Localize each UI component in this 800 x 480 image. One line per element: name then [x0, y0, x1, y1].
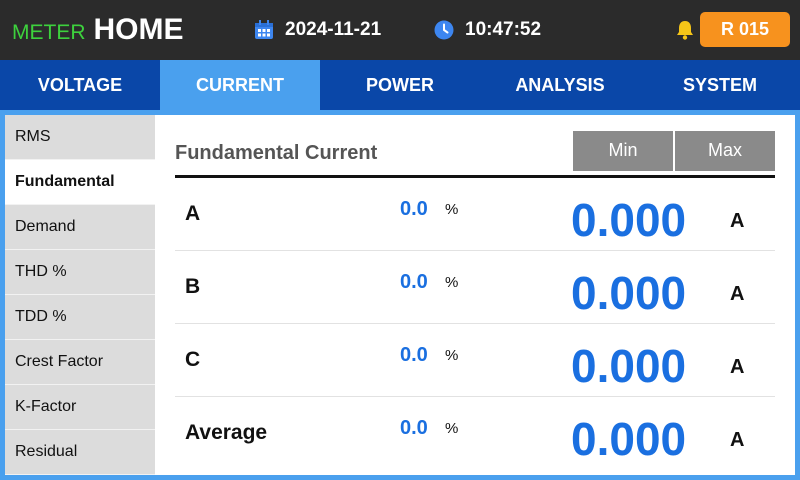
- min-button[interactable]: Min: [573, 131, 673, 171]
- sidebar-item-residual[interactable]: Residual: [5, 430, 155, 475]
- sidebar-item-k-factor[interactable]: K-Factor: [5, 385, 155, 430]
- main-nav: VOLTAGE CURRENT POWER ANALYSIS SYSTEM: [0, 60, 800, 110]
- time-display: 10:47:52: [434, 17, 541, 43]
- current-unit: A: [730, 210, 745, 232]
- current-value: 0.000: [571, 340, 687, 392]
- percent-value: 0.0: [400, 271, 428, 293]
- sidebar: RMS Fundamental Demand THD % TDD % Crest…: [5, 115, 155, 475]
- current-unit: A: [730, 283, 745, 305]
- current-unit: A: [730, 429, 745, 451]
- row-label: Average: [185, 421, 268, 444]
- current-value: 0.000: [571, 267, 687, 319]
- row-label: A: [185, 202, 201, 225]
- clock-icon: [434, 20, 454, 40]
- percent-unit: %: [445, 274, 459, 291]
- bell-icon[interactable]: [674, 19, 696, 41]
- max-button[interactable]: Max: [675, 131, 775, 171]
- sidebar-item-crest-factor[interactable]: Crest Factor: [5, 340, 155, 385]
- current-unit: A: [730, 356, 745, 378]
- sidebar-item-demand[interactable]: Demand: [5, 205, 155, 250]
- tab-voltage[interactable]: VOLTAGE: [0, 60, 160, 110]
- panel-title: Fundamental Current: [175, 142, 378, 164]
- table-row: A 0.0 % 0.000 A: [175, 178, 775, 251]
- percent-unit: %: [445, 420, 459, 437]
- percent-value: 0.0: [400, 417, 428, 439]
- brand-prefix: METER: [12, 21, 86, 44]
- main-panel: Fundamental Current Min Max A 0.0 % 0.00…: [155, 115, 795, 475]
- sidebar-item-tdd[interactable]: TDD %: [5, 295, 155, 340]
- table-row: Average 0.0 % 0.000 A: [175, 397, 775, 469]
- date-display: 2024-11-21: [254, 17, 381, 43]
- sidebar-item-thd[interactable]: THD %: [5, 250, 155, 295]
- tab-system[interactable]: SYSTEM: [640, 60, 800, 110]
- top-bar: METER HOME 2024-11-21 10:47:52 R 015: [0, 0, 800, 60]
- calendar-icon: [255, 20, 273, 39]
- tab-analysis[interactable]: ANALYSIS: [480, 60, 640, 110]
- table-row: B 0.0 % 0.000 A: [175, 251, 775, 324]
- alarm-counter-button[interactable]: R 015: [700, 12, 790, 47]
- percent-value: 0.0: [400, 198, 428, 220]
- percent-unit: %: [445, 347, 459, 364]
- brand: METER HOME: [12, 12, 184, 48]
- percent-unit: %: [445, 201, 459, 218]
- percent-value: 0.0: [400, 344, 428, 366]
- page-title: HOME: [93, 13, 184, 46]
- sidebar-item-rms[interactable]: RMS: [5, 115, 155, 160]
- tab-current[interactable]: CURRENT: [160, 60, 320, 110]
- current-value: 0.000: [571, 413, 687, 465]
- table-row: C 0.0 % 0.000 A: [175, 324, 775, 397]
- row-label: B: [185, 275, 201, 298]
- time-text: 10:47:52: [465, 19, 542, 40]
- current-value: 0.000: [571, 194, 687, 246]
- date-text: 2024-11-21: [285, 19, 382, 40]
- sidebar-item-fundamental[interactable]: Fundamental: [5, 160, 155, 205]
- tab-power[interactable]: POWER: [320, 60, 480, 110]
- row-label: C: [185, 348, 201, 371]
